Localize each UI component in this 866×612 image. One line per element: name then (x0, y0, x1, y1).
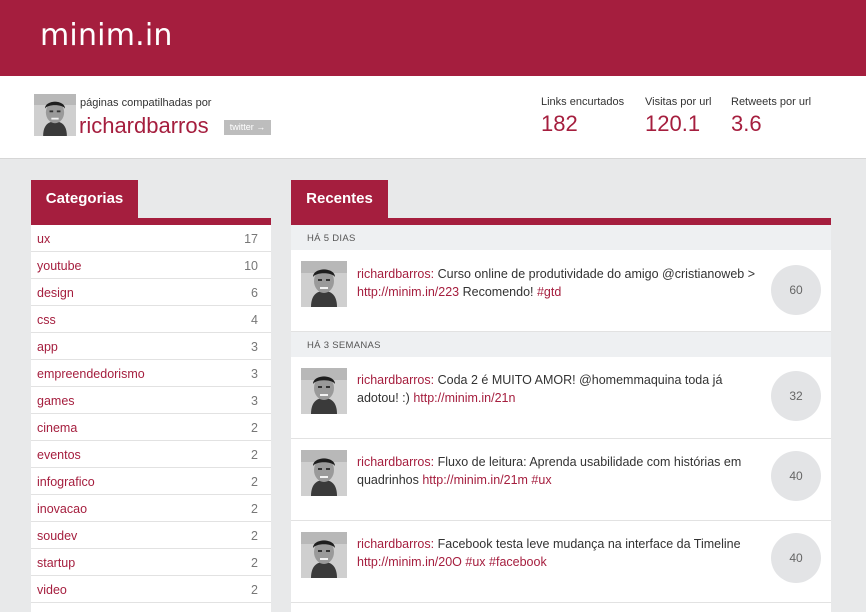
list-item[interactable]: soudev 2 (31, 522, 271, 549)
stat-label: Visitas por url (645, 96, 712, 108)
list-item[interactable]: css 4 (31, 306, 271, 333)
list-item[interactable]: startup 2 (31, 549, 271, 576)
stat-retweets: Retweets por url 3.6 (731, 96, 811, 137)
tweet-text: richardbarros: Curso online de produtivi… (357, 265, 762, 301)
category-name[interactable]: design (37, 286, 74, 300)
avatar[interactable] (301, 450, 347, 496)
list-item[interactable]: design 6 (31, 279, 271, 306)
recent-list: HÁ 5 DIAS richardbarros: Curso online de… (291, 225, 831, 612)
avatar[interactable] (301, 368, 347, 414)
list-item: richardbarros: Fluxo de leitura: Aprenda… (291, 439, 831, 521)
site-logo[interactable]: minim.in (40, 18, 173, 53)
avatar[interactable] (301, 261, 347, 307)
category-name[interactable]: app (37, 340, 58, 354)
category-count: 2 (251, 448, 258, 462)
tweet-tags[interactable]: #gtd (537, 285, 561, 299)
tweet-link[interactable]: http://minim.in/20O (357, 555, 462, 569)
tab-categorias[interactable]: Categorias (31, 180, 138, 218)
retweet-count-badge: 60 (771, 265, 821, 315)
category-count: 2 (251, 556, 258, 570)
category-count: 3 (251, 394, 258, 408)
tweet-user[interactable]: richardbarros: (357, 455, 434, 469)
category-count: 2 (251, 421, 258, 435)
tweet-link[interactable]: http://minim.in/21m (422, 473, 528, 487)
category-count: 3 (251, 340, 258, 354)
category-name[interactable]: games (37, 394, 75, 408)
category-name[interactable]: infografico (37, 475, 95, 489)
group-header-label: HÁ 5 DIAS (307, 233, 356, 244)
list-item[interactable]: app 3 (31, 333, 271, 360)
recent-rule (291, 218, 831, 225)
avatar[interactable] (34, 94, 76, 136)
retweet-count-badge: 40 (771, 533, 821, 583)
category-name[interactable]: ux (37, 232, 50, 246)
tweet-link[interactable]: http://minim.in/223 (357, 285, 459, 299)
tweet-user[interactable]: richardbarros: (357, 267, 434, 281)
category-name[interactable]: inovacao (37, 502, 87, 516)
category-count: 17 (244, 232, 258, 246)
tweet-tags[interactable]: #ux #facebook (465, 555, 546, 569)
category-count: 3 (251, 367, 258, 381)
tweet-user[interactable]: richardbarros: (357, 537, 434, 551)
category-count: 6 (251, 286, 258, 300)
list-item[interactable]: empreendedorismo 3 (31, 360, 271, 387)
profile-username[interactable]: richardbarros (79, 113, 209, 139)
category-count: 4 (251, 313, 258, 327)
category-count: 2 (251, 475, 258, 489)
stat-label: Links encurtados (541, 96, 625, 108)
category-name[interactable]: startup (37, 556, 75, 570)
category-count: 10 (244, 259, 258, 273)
stat-value: 182 (541, 111, 578, 136)
list-item[interactable]: youtube 10 (31, 252, 271, 279)
list-item: richardbarros: Coda 2 é MUITO AMOR! @hom… (291, 357, 831, 439)
top-bar: minim.in (0, 0, 866, 76)
twitter-button[interactable]: twitter → (224, 120, 271, 135)
stat-value: 120.1 (645, 111, 701, 136)
stat-label: Retweets por url (731, 96, 812, 108)
list-item[interactable]: inovacao 2 (31, 495, 271, 522)
category-name[interactable]: soudev (37, 529, 77, 543)
tweet-body: Curso online de produtividade do amigo @… (437, 267, 755, 281)
group-header: HÁ 3 SEMANAS (291, 332, 831, 357)
category-count: 2 (251, 502, 258, 516)
shared-by-label: páginas compatilhadas por (80, 97, 212, 109)
categories-rule (31, 218, 271, 225)
category-name[interactable]: cinema (37, 421, 77, 435)
avatar[interactable] (301, 532, 347, 578)
tab-recentes[interactable]: Recentes (291, 180, 388, 218)
tweet-tags[interactable]: #ux (531, 473, 551, 487)
retweet-count-badge: 40 (771, 451, 821, 501)
tweet-link[interactable]: http://minim.in/21n (413, 391, 515, 405)
category-name[interactable]: video (37, 583, 67, 597)
list-item: richardbarros: Facebook testa leve mudan… (291, 521, 831, 603)
category-count: 2 (251, 529, 258, 543)
group-header-label: HÁ 3 SEMANAS (307, 340, 381, 351)
category-name[interactable]: css (37, 313, 56, 327)
list-item[interactable]: ux 17 (31, 225, 271, 252)
stat-value: 3.6 (731, 111, 762, 136)
list-item[interactable]: video 2 (31, 576, 271, 603)
tweet-body: Facebook testa leve mudança na interface… (437, 537, 741, 551)
list-item[interactable]: infografico 2 (31, 468, 271, 495)
list-item[interactable]: games 3 (31, 387, 271, 414)
list-item: richardbarros: Curso online de produtivi… (291, 250, 831, 332)
category-name[interactable]: empreendedorismo (37, 367, 145, 381)
category-count: 2 (251, 583, 258, 597)
category-name[interactable]: eventos (37, 448, 81, 462)
tweet-text: richardbarros: Facebook testa leve mudan… (357, 535, 762, 571)
category-name[interactable]: youtube (37, 259, 81, 273)
stat-visits: Visitas por url 120.1 (645, 96, 711, 137)
categories-list: ux 17 youtube 10 design 6 css 4 app 3 empreen… (31, 225, 271, 612)
tweet-body-extra: Recomendo! (462, 285, 534, 299)
list-item[interactable]: cinema 2 (31, 414, 271, 441)
stat-links: Links encurtados 182 (541, 96, 624, 137)
tweet-text: richardbarros: Coda 2 é MUITO AMOR! @hom… (357, 371, 762, 407)
profile-header: páginas compatilhadas por richardbarros … (0, 76, 866, 159)
retweet-count-badge: 32 (771, 371, 821, 421)
tweet-user[interactable]: richardbarros: (357, 373, 434, 387)
group-header: HÁ 5 DIAS (291, 225, 831, 250)
tweet-text: richardbarros: Fluxo de leitura: Aprenda… (357, 453, 762, 489)
list-item[interactable]: eventos 2 (31, 441, 271, 468)
